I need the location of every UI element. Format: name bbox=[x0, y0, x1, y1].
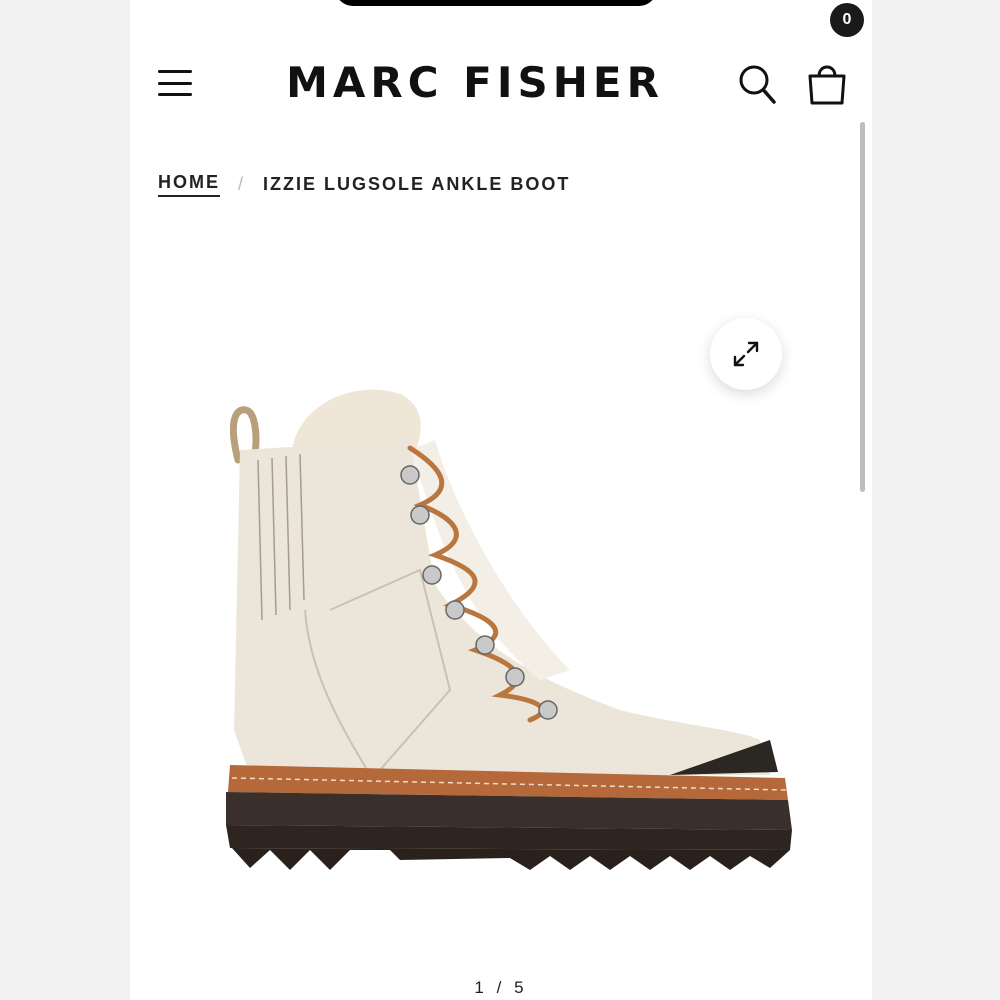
image-pager: 1 / 5 bbox=[130, 978, 872, 998]
pager-separator: / bbox=[496, 978, 506, 997]
brand-logo[interactable]: MARC FISHER bbox=[250, 58, 700, 108]
left-backdrop bbox=[0, 0, 130, 1000]
pager-total: 5 bbox=[514, 978, 528, 997]
cart-count-badge[interactable]: 0 bbox=[830, 3, 864, 37]
breadcrumb-current: IZZIE LUGSOLE ANKLE BOOT bbox=[263, 174, 571, 194]
device-notch bbox=[335, 0, 657, 6]
scrollbar[interactable] bbox=[860, 122, 865, 492]
shopping-bag-icon[interactable] bbox=[802, 58, 852, 108]
breadcrumb-home-link[interactable]: HOME bbox=[158, 172, 220, 197]
hamburger-icon[interactable] bbox=[158, 70, 192, 96]
site-header: MARC FISHER bbox=[130, 40, 872, 130]
breadcrumb-separator: / bbox=[238, 174, 246, 194]
product-page: MARC FISHER 0 HOME / IZZIE LUGSOLE ANKLE… bbox=[130, 0, 872, 1000]
breadcrumb: HOME / IZZIE LUGSOLE ANKLE BOOT bbox=[158, 172, 570, 197]
product-image-boot[interactable] bbox=[210, 380, 810, 880]
pager-current: 1 bbox=[474, 978, 488, 997]
right-backdrop bbox=[872, 0, 1000, 1000]
search-icon[interactable] bbox=[738, 62, 778, 106]
